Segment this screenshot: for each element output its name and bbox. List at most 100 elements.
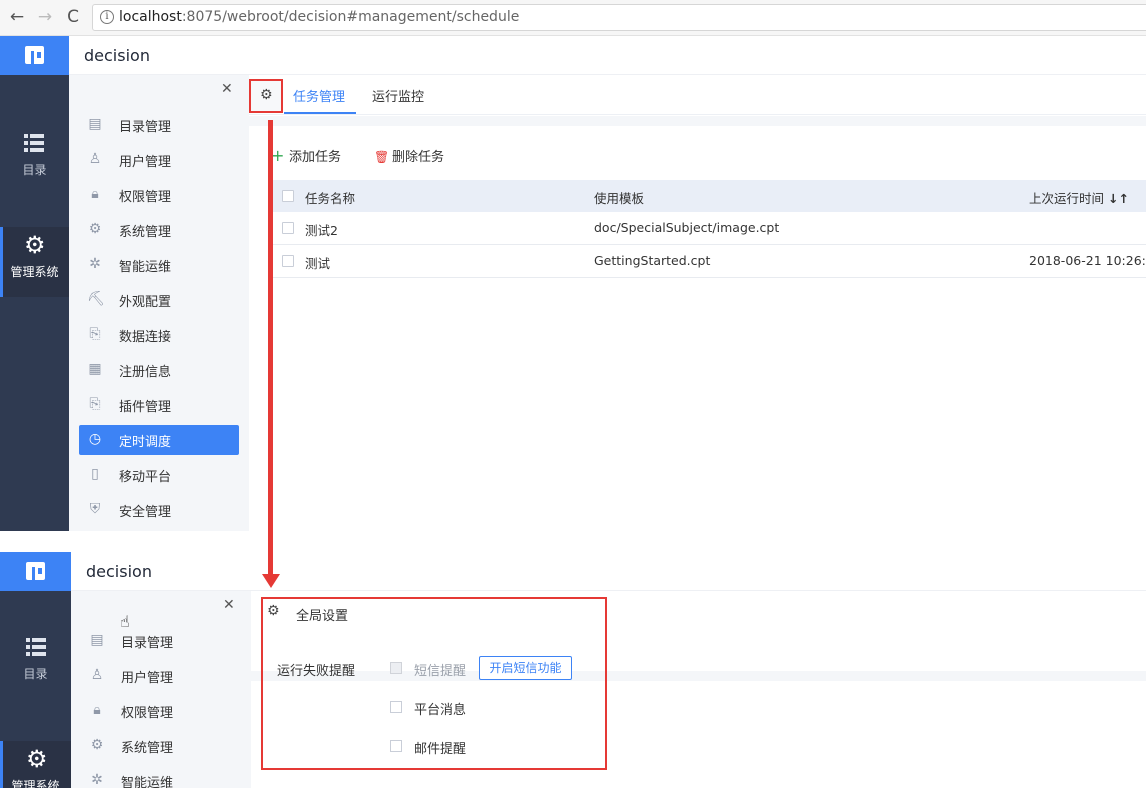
address-bar[interactable]: i localhost:8075/webroot/decision#manage… <box>92 4 1146 31</box>
menu-item-label: 系统管理 <box>121 741 174 756</box>
add-task-button[interactable]: + 添加任务 <box>271 146 341 165</box>
column-header-name[interactable]: 任务名称 <box>305 188 355 207</box>
timer-icon: ◷ <box>88 431 102 447</box>
menu-item[interactable]: ⚙ 系统管理 <box>79 215 239 245</box>
row-checkbox[interactable] <box>282 255 294 267</box>
menu-item-label: 注册信息 <box>119 365 172 380</box>
menu-item[interactable]: ▤ 目录管理 <box>81 626 241 656</box>
network-icon: ✲ <box>91 772 103 788</box>
menu-item[interactable]: ♙ 用户管理 <box>81 661 241 691</box>
plugin-icon: ⎘ <box>89 396 101 412</box>
menu-item-label: 定时调度 <box>119 435 172 450</box>
tab-run-monitor[interactable]: 运行监控 <box>372 86 424 105</box>
menu-item-label: 数据连接 <box>119 330 172 345</box>
management-menu: ✕ ▤ 目录管理 ♙ 用户管理 🔒︎ 权限管理 ⚙ 系统管理 ✲ 智能运维 <box>71 591 251 788</box>
menu-item[interactable]: ▤ 目录管理 <box>79 110 239 140</box>
column-header-last-run-label: 上次运行时间 <box>1029 191 1105 206</box>
column-header-last-run[interactable]: 上次运行时间 ↓↑ <box>1029 188 1129 207</box>
app-logo[interactable] <box>0 552 71 591</box>
app-logo[interactable] <box>0 36 69 75</box>
url-path: :8075/webroot/decision#management/schedu… <box>181 9 520 25</box>
rail-item-management[interactable]: ⚙ 管理系统 <box>0 227 69 297</box>
menu-item[interactable]: 🔒︎ 权限管理 <box>79 180 239 210</box>
menu-item-label: 安全管理 <box>119 505 172 520</box>
lock-icon: 🔒︎ <box>91 186 99 202</box>
user-icon: ♙ <box>88 151 102 167</box>
sort-icon[interactable]: ↓↑ <box>1108 191 1129 206</box>
rail-item-catalog[interactable]: 目录 <box>0 629 71 699</box>
table-header: 任务名称 使用模板 上次运行时间 ↓↑ <box>271 180 1146 212</box>
app-title: decision <box>84 46 150 65</box>
lock-icon: 🔒︎ <box>93 702 101 718</box>
task-name: 测试 <box>305 256 331 271</box>
url-text: localhost:8075/webroot/decision#manageme… <box>119 9 519 25</box>
annotation-arrow-head <box>262 574 280 588</box>
rail-item-catalog[interactable]: 目录 <box>0 125 69 195</box>
app-header: decision <box>69 36 1146 75</box>
menu-item[interactable]: ▦ 注册信息 <box>79 355 239 385</box>
row-checkbox[interactable] <box>282 222 294 234</box>
icon-rail: 目录 ⚙ 管理系统 <box>0 75 69 531</box>
menu-item-label: 系统管理 <box>119 225 172 240</box>
paperclip-icon: ⎘ <box>89 326 101 342</box>
gear-icon: ⚙ <box>88 221 102 237</box>
menu-item[interactable]: ⚙ 系统管理 <box>81 731 241 761</box>
mobile-icon: ▯ <box>91 466 99 482</box>
menu-item-label: 智能运维 <box>119 260 172 275</box>
menu-item[interactable]: ⛨ 安全管理 <box>79 495 239 525</box>
catalog-icon: ▤ <box>90 632 104 648</box>
tab-task-management[interactable]: 任务管理 <box>293 86 345 105</box>
menu-item-label: 目录管理 <box>119 120 172 135</box>
column-header-template[interactable]: 使用模板 <box>594 188 644 207</box>
menu-item-label: 目录管理 <box>121 636 174 651</box>
pin-icon[interactable]: ✕ <box>223 597 235 613</box>
divider <box>249 116 1146 126</box>
gear-icon: ⚙ <box>26 745 48 773</box>
forward-arrow-icon[interactable]: → <box>36 8 54 26</box>
shield-icon: ⛨ <box>89 501 101 517</box>
rail-item-management[interactable]: ⚙ 管理系统 <box>0 741 71 788</box>
menu-item[interactable]: ⛏ 外观配置 <box>79 285 239 315</box>
menu-item[interactable]: ◷ 定时调度 <box>79 425 239 455</box>
tab-bar: ⚙ 任务管理 运行监控 <box>249 75 1146 115</box>
table-row[interactable]: 测试 GettingStarted.cpt 2018-06-21 10:26:2… <box>271 245 1146 278</box>
global-settings-button[interactable]: ⚙ <box>249 79 283 113</box>
plus-icon: + <box>271 146 285 165</box>
rail-label-catalog: 目录 <box>23 667 48 681</box>
task-name: 测试2 <box>305 223 338 238</box>
info-icon[interactable]: i <box>100 10 114 24</box>
add-task-label: 添加任务 <box>289 150 342 165</box>
rail-label-catalog: 目录 <box>22 163 47 177</box>
delete-task-button[interactable]: 🗑 删除任务 <box>374 146 444 165</box>
menu-item-label: 移动平台 <box>119 470 172 485</box>
annotation-highlight-frame <box>261 597 607 770</box>
menu-item[interactable]: ✲ 智能运维 <box>81 766 241 788</box>
pin-icon[interactable]: ✕ <box>221 81 233 97</box>
browser-toolbar: ← → C i localhost:8075/webroot/decision#… <box>0 0 1146 36</box>
management-menu: ✕ ▤ 目录管理 ♙ 用户管理 🔒︎ 权限管理 ⚙ 系统管理 ✲ 智能运维 ⛏ 外观配置 ⎘ 数据连接 ▦ 注… <box>69 75 249 531</box>
paint-roller-icon: ⛏ <box>87 291 105 307</box>
menu-item[interactable]: ✲ 智能运维 <box>79 250 239 280</box>
gear-icon: ⚙ <box>24 231 46 259</box>
url-host: localhost <box>119 9 182 25</box>
schedule-content: ⚙ 任务管理 运行监控 + 添加任务 🗑 删除任务 任务名称 使用模板 上次运行时间… <box>249 75 1146 531</box>
list-icon <box>26 637 46 657</box>
menu-item[interactable]: 🔒︎ 权限管理 <box>81 696 241 726</box>
menu-item[interactable]: ▯ 移动平台 <box>79 460 239 490</box>
network-icon: ✲ <box>89 256 101 272</box>
catalog-icon: ▤ <box>88 116 102 132</box>
reload-icon[interactable]: C <box>64 8 82 26</box>
menu-item[interactable]: ⎘ 数据连接 <box>79 320 239 350</box>
list-icon <box>24 133 44 153</box>
menu-item-label: 用户管理 <box>119 155 172 170</box>
menu-item-label: 外观配置 <box>119 295 172 310</box>
menu-item[interactable]: ♙ 用户管理 <box>79 145 239 175</box>
back-arrow-icon[interactable]: ← <box>8 8 26 26</box>
active-tab-indicator <box>284 112 356 114</box>
table-row[interactable]: 测试2 doc/SpecialSubject/image.cpt <box>271 212 1146 245</box>
menu-item[interactable]: ⎘ 插件管理 <box>79 390 239 420</box>
menu-item-label: 用户管理 <box>121 671 174 686</box>
select-all-checkbox[interactable] <box>282 190 294 202</box>
hand-cursor-icon: ☝ <box>120 612 130 631</box>
logo-icon <box>26 562 45 580</box>
